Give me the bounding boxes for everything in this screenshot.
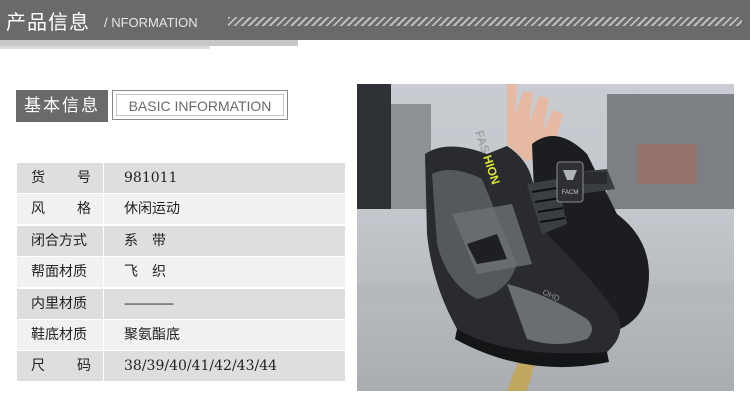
basic-info-title-cn: 基本信息 <box>16 90 108 122</box>
spec-label-upper-material: 帮面材质 <box>31 264 87 281</box>
basic-info-title-box: BASIC INFORMATION <box>112 90 288 120</box>
spec-label-lining-material: 内里材质 <box>31 295 87 312</box>
spec-value-upper-material: 飞 织 <box>124 264 166 281</box>
basic-info-title-en: BASIC INFORMATION <box>128 98 272 114</box>
spec-label-cell: 闭合方式 <box>17 226 102 256</box>
spec-label-cell: 鞋底材质 <box>17 320 102 350</box>
header-title-en: / NFORMATION <box>104 15 198 30</box>
spec-label-closure: 闭合方式 <box>31 232 87 249</box>
spec-label-cell: 尺码 <box>17 351 102 381</box>
product-photo: FAS HION FACM OHD <box>357 84 734 391</box>
basic-info-title-inner-frame: BASIC INFORMATION <box>116 94 284 116</box>
shoe-logo-text: FACM <box>562 190 579 196</box>
spec-label-char: 风 <box>31 201 45 218</box>
spec-row-item-no: 货号 981011 <box>17 163 345 193</box>
spec-row-sole-material: 鞋底材质 聚氨酯底 <box>17 319 345 350</box>
spec-label-style: 风格 <box>31 194 91 224</box>
spec-value-lining-material: ———— <box>124 295 174 312</box>
spec-row-size: 尺码 38/39/40/41/42/43/44 <box>17 351 345 382</box>
spec-divider <box>103 351 104 382</box>
spec-label-cell: 风格 <box>17 194 102 224</box>
shoe-logo-badge: FACM <box>556 161 584 203</box>
spec-value-sole-material: 聚氨酯底 <box>124 326 180 343</box>
spec-label-size: 尺码 <box>31 351 91 381</box>
spec-row-lining-material: 内里材质 ———— <box>17 288 345 319</box>
spec-label-sole-material: 鞋底材质 <box>31 326 87 343</box>
spec-label-char: 号 <box>77 170 91 186</box>
spec-value-closure: 系 带 <box>124 232 166 249</box>
spec-divider <box>103 163 104 193</box>
spec-label-char: 尺 <box>31 358 45 375</box>
header-bar: 产品信息 / NFORMATION <box>0 0 750 40</box>
spec-value-size: 38/39/40/41/42/43/44 <box>124 358 278 375</box>
spec-divider <box>103 225 104 256</box>
spec-label-item-no: 货号 <box>31 163 91 193</box>
spec-label-cell: 帮面材质 <box>17 257 102 287</box>
spec-table: 货号 981011 风格 休闲运动 闭合方式 系 带 帮面材质 飞 织 内里材质 <box>17 163 345 383</box>
spec-divider <box>103 319 104 350</box>
header-title-cn: 产品信息 <box>6 10 90 34</box>
product-photo-illustration: FAS HION FACM OHD <box>357 84 734 391</box>
spec-label-char: 货 <box>31 170 45 186</box>
spec-row-upper-material: 帮面材质 飞 织 <box>17 257 345 288</box>
spec-divider <box>103 288 104 319</box>
spec-label-cell: 货号 <box>17 163 102 193</box>
spec-row-closure: 闭合方式 系 带 <box>17 225 345 256</box>
spec-row-style: 风格 休闲运动 <box>17 194 345 225</box>
spec-value-item-no: 981011 <box>124 170 178 186</box>
header-stripe-decoration <box>228 17 742 26</box>
header-underline-secondary <box>0 46 210 49</box>
spec-label-char: 格 <box>77 201 91 218</box>
spec-label-cell: 内里材质 <box>17 289 102 319</box>
spec-value-style: 休闲运动 <box>124 201 180 218</box>
spec-divider <box>103 257 104 288</box>
spec-label-char: 码 <box>77 358 91 375</box>
spec-divider <box>103 194 104 225</box>
